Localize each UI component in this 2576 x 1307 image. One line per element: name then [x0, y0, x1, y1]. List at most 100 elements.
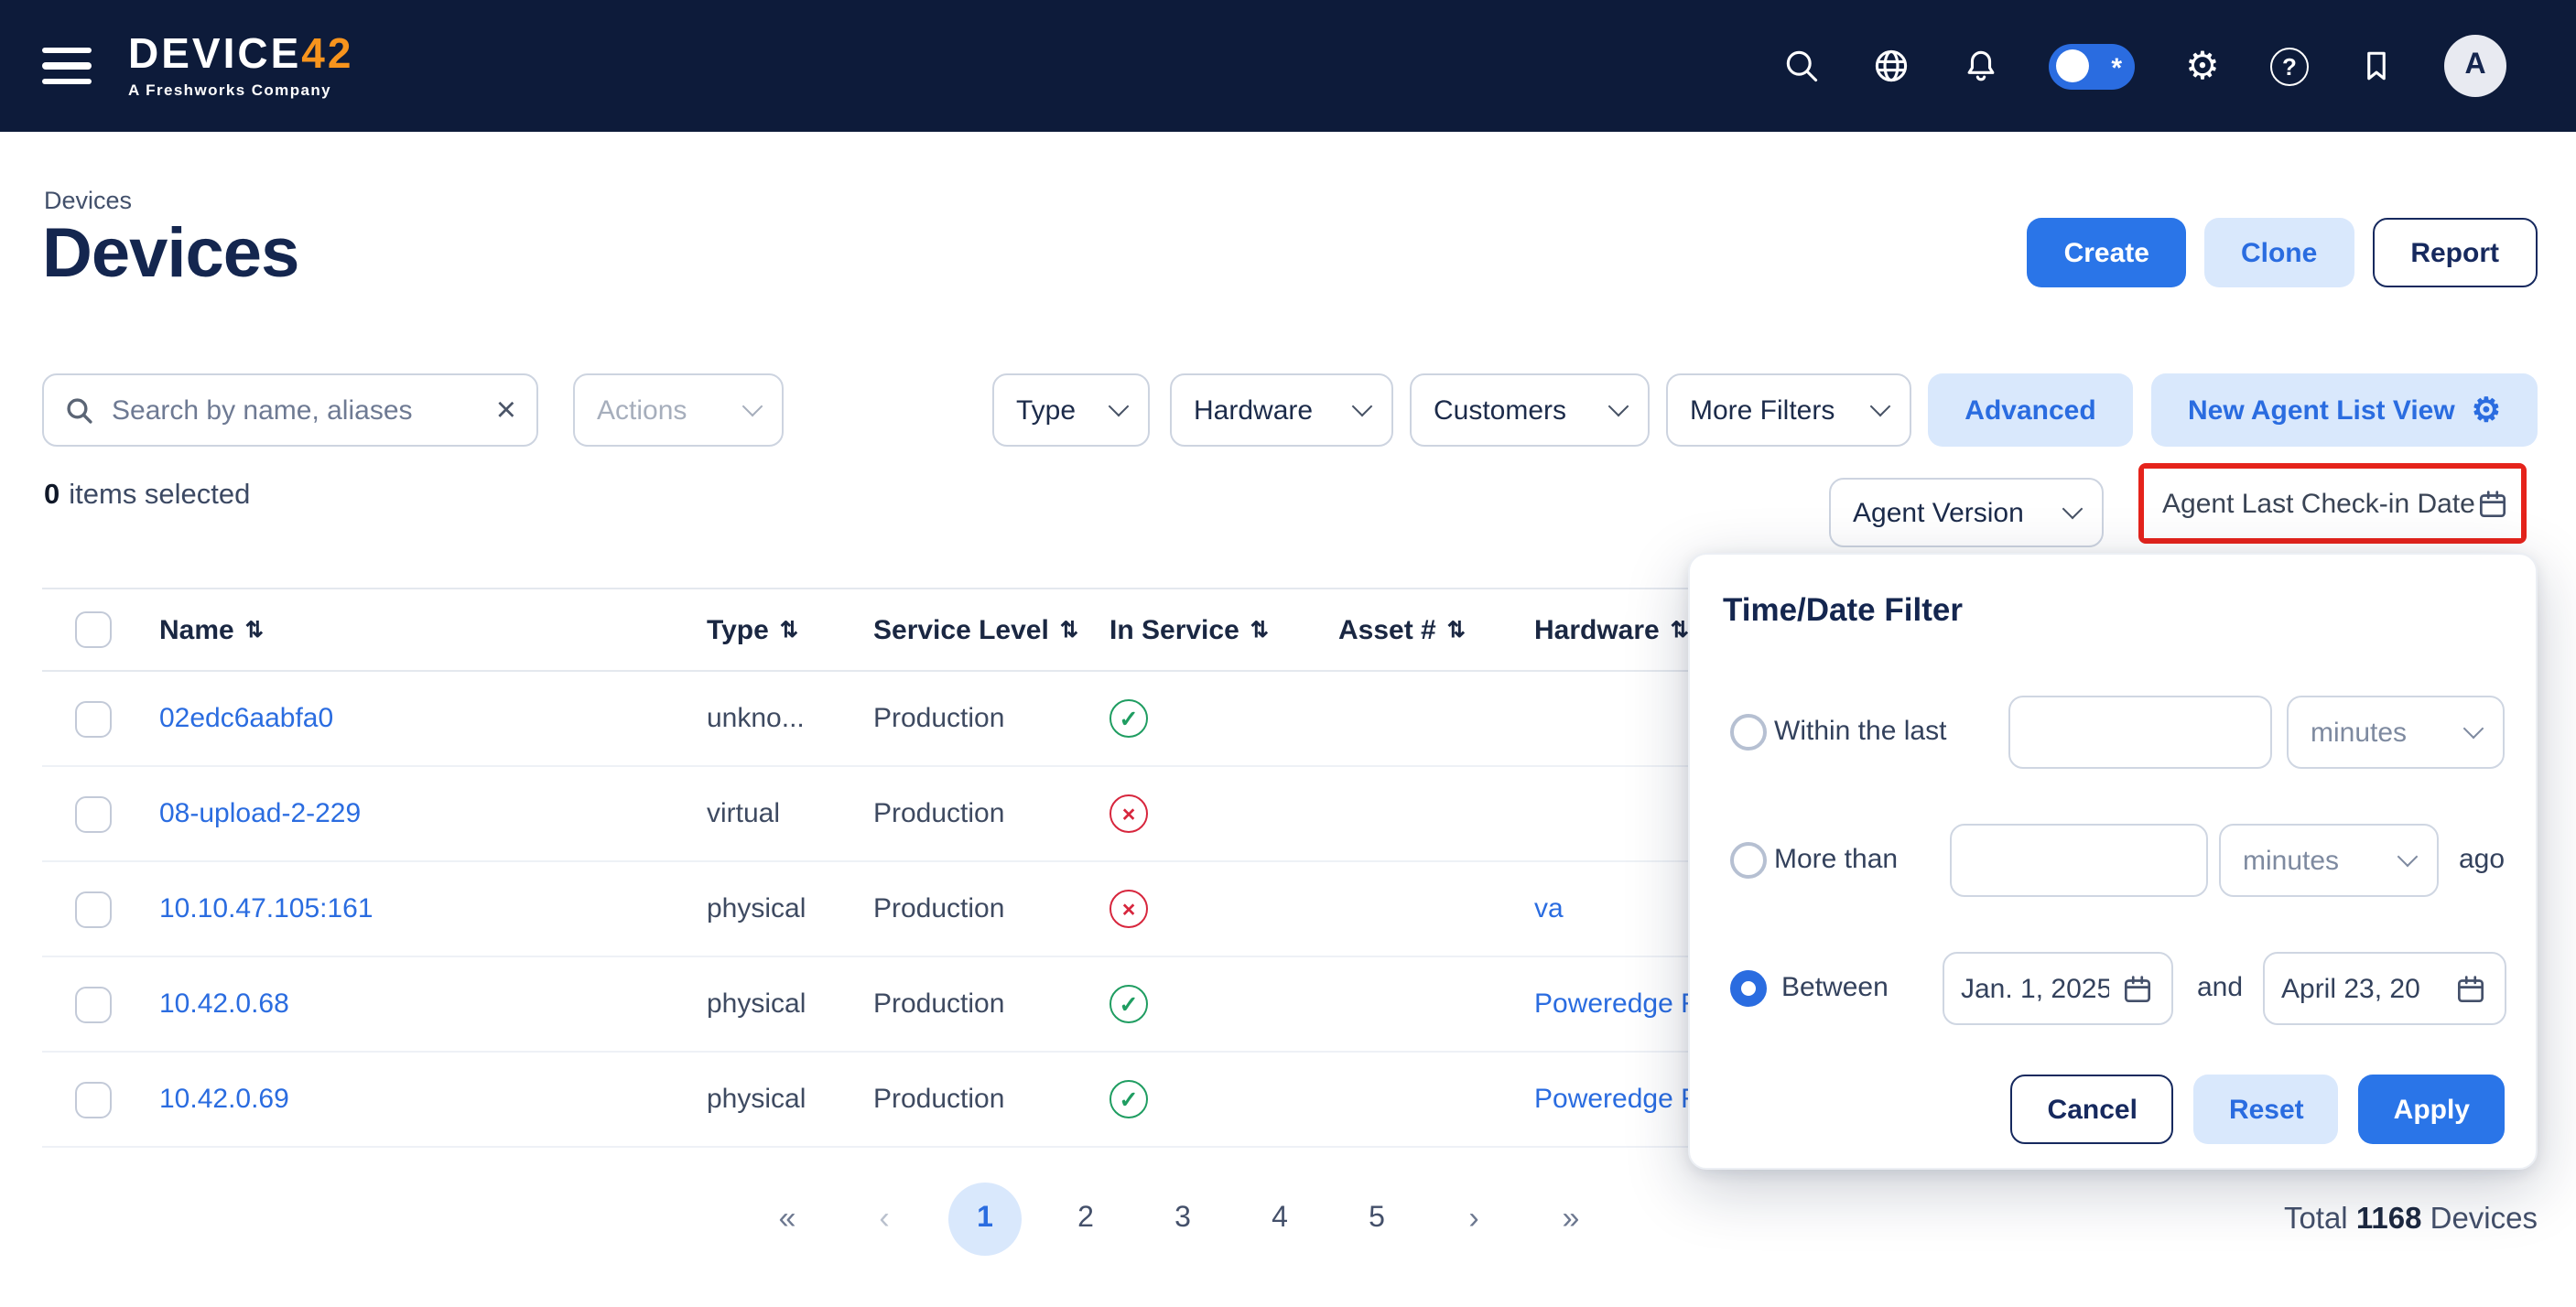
sort-icon[interactable]: ⇅	[245, 617, 264, 643]
more-than-value-input[interactable]	[1950, 824, 2208, 897]
hardware-label: Hardware	[1194, 394, 1313, 426]
device-type: virtual	[707, 798, 780, 829]
customers-filter-dropdown[interactable]: Customers	[1410, 373, 1650, 447]
within-last-value-input[interactable]	[2008, 696, 2272, 769]
column-header-asset[interactable]: Asset #⇅	[1338, 614, 1534, 645]
column-label: Hardware	[1534, 614, 1660, 645]
pagination-page-2[interactable]: 2	[1053, 1186, 1119, 1252]
column-label: In Service	[1109, 614, 1239, 645]
sort-icon[interactable]: ⇅	[1447, 617, 1466, 643]
device-type: physical	[707, 988, 806, 1020]
in-service-check-icon: ✓	[1109, 985, 1148, 1023]
more-filters-dropdown[interactable]: More Filters	[1666, 373, 1911, 447]
start-date-value: Jan. 1, 2025	[1961, 973, 2109, 1004]
create-button[interactable]: Create	[2028, 218, 2186, 287]
report-button[interactable]: Report	[2372, 218, 2538, 287]
snowflake-icon: *	[2111, 54, 2122, 81]
more-filters-label: More Filters	[1690, 394, 1835, 426]
service-level: Production	[873, 1084, 1004, 1115]
more-than-unit-select[interactable]: minutes	[2219, 824, 2439, 897]
sort-icon[interactable]: ⇅	[1671, 617, 1689, 643]
bookmark-icon[interactable]	[2354, 44, 2398, 88]
search-input[interactable]	[112, 394, 480, 426]
chevron-down-icon	[2062, 499, 2084, 520]
start-date-field[interactable]: Jan. 1, 2025	[1943, 952, 2173, 1025]
hardware-filter-dropdown[interactable]: Hardware	[1170, 373, 1393, 447]
globe-icon[interactable]	[1869, 44, 1913, 88]
hardware-link[interactable]: Poweredge R	[1534, 988, 1701, 1020]
and-label: and	[2197, 952, 2243, 1025]
device-name-link[interactable]: 02edc6aabfa0	[159, 703, 333, 734]
sort-icon[interactable]: ⇅	[1060, 617, 1078, 643]
customers-label: Customers	[1434, 394, 1566, 426]
column-label: Type	[707, 614, 769, 645]
logo[interactable]: DEVICE42 A Freshworks Company	[128, 33, 353, 99]
column-header-in-service[interactable]: In Service ⇅	[1109, 614, 1338, 645]
within-last-row: Within the last minutes	[1690, 696, 2536, 769]
service-level: Production	[873, 988, 1004, 1020]
agent-version-dropdown[interactable]: Agent Version	[1829, 478, 2104, 547]
pagination-page-1[interactable]: 1	[948, 1183, 1022, 1256]
device-name-link[interactable]: 08-upload-2-229	[159, 798, 361, 829]
theme-toggle[interactable]: *	[2049, 43, 2135, 89]
select-all-checkbox[interactable]	[75, 611, 112, 648]
device-name-link[interactable]: 10.10.47.105:161	[159, 893, 373, 924]
hardware-link[interactable]: Poweredge R	[1534, 1084, 1701, 1115]
settings-gear-icon[interactable]: ⚙	[2181, 44, 2224, 88]
within-last-radio[interactable]	[1730, 714, 1767, 751]
pagination-page-4[interactable]: 4	[1247, 1186, 1313, 1252]
device-name-link[interactable]: 10.42.0.69	[159, 1084, 289, 1115]
avatar[interactable]: A	[2444, 35, 2506, 97]
breadcrumb[interactable]: Devices	[44, 187, 132, 214]
clear-search-icon[interactable]: ×	[496, 393, 516, 427]
pagination-page-3[interactable]: 3	[1150, 1186, 1216, 1252]
pagination-last[interactable]: »	[1538, 1186, 1604, 1252]
apply-button[interactable]: Apply	[2359, 1075, 2505, 1144]
hardware-link[interactable]: va	[1534, 893, 1564, 924]
chevron-down-icon	[2397, 847, 2419, 868]
advanced-button[interactable]: Advanced	[1928, 373, 2133, 447]
calendar-icon	[2453, 971, 2488, 1006]
row-checkbox[interactable]	[75, 891, 112, 927]
row-checkbox[interactable]	[75, 1081, 112, 1118]
more-than-unit-label: minutes	[2243, 845, 2339, 876]
device-name-link[interactable]: 10.42.0.68	[159, 988, 289, 1020]
column-header-name[interactable]: Name⇅	[145, 614, 707, 645]
column-header-service-level[interactable]: Service Level⇅	[873, 614, 1109, 645]
pagination-next[interactable]: ›	[1441, 1186, 1507, 1252]
end-date-field[interactable]: April 23, 20	[2263, 952, 2506, 1025]
search-icon[interactable]	[1780, 44, 1824, 88]
row-checkbox[interactable]	[75, 795, 112, 832]
row-checkbox[interactable]	[75, 986, 112, 1022]
actions-dropdown[interactable]: Actions	[573, 373, 784, 447]
column-header-type[interactable]: Type ⇅	[707, 614, 873, 645]
between-radio[interactable]	[1730, 970, 1767, 1007]
pagination-prev[interactable]: ‹	[851, 1186, 917, 1252]
device42-app: DEVICE42 A Freshworks Company * ⚙ ? A	[0, 0, 2576, 1307]
agent-last-checkin-label: Agent Last Check-in Date	[2162, 488, 2475, 519]
type-filter-dropdown[interactable]: Type	[992, 373, 1150, 447]
help-icon[interactable]: ?	[2270, 47, 2309, 85]
logo-text: DEVICE42	[128, 33, 353, 75]
clone-button[interactable]: Clone	[2204, 218, 2354, 287]
sort-icon[interactable]: ⇅	[1250, 617, 1269, 643]
cancel-button[interactable]: Cancel	[2011, 1075, 2174, 1144]
agent-version-label: Agent Version	[1853, 497, 2024, 528]
bell-icon[interactable]	[1959, 44, 2003, 88]
new-agent-list-view-label: New Agent List View	[2188, 394, 2455, 426]
popup-buttons: Cancel Reset Apply	[1690, 1075, 2505, 1144]
pagination-page-5[interactable]: 5	[1344, 1186, 1410, 1252]
pagination-first[interactable]: «	[754, 1186, 820, 1252]
menu-icon[interactable]	[42, 48, 92, 83]
agent-last-checkin-button[interactable]: Agent Last Check-in Date	[2144, 469, 2521, 538]
within-last-unit-label: minutes	[2311, 717, 2407, 748]
sort-icon[interactable]: ⇅	[780, 617, 798, 643]
reset-button[interactable]: Reset	[2194, 1075, 2339, 1144]
chevron-down-icon	[1109, 396, 1130, 417]
more-than-radio[interactable]	[1730, 842, 1767, 879]
row-checkbox[interactable]	[75, 700, 112, 737]
popup-title: Time/Date Filter	[1723, 591, 1963, 630]
service-level: Production	[873, 798, 1004, 829]
within-last-unit-select[interactable]: minutes	[2287, 696, 2505, 769]
new-agent-list-view-button[interactable]: New Agent List View ⚙	[2151, 373, 2538, 447]
